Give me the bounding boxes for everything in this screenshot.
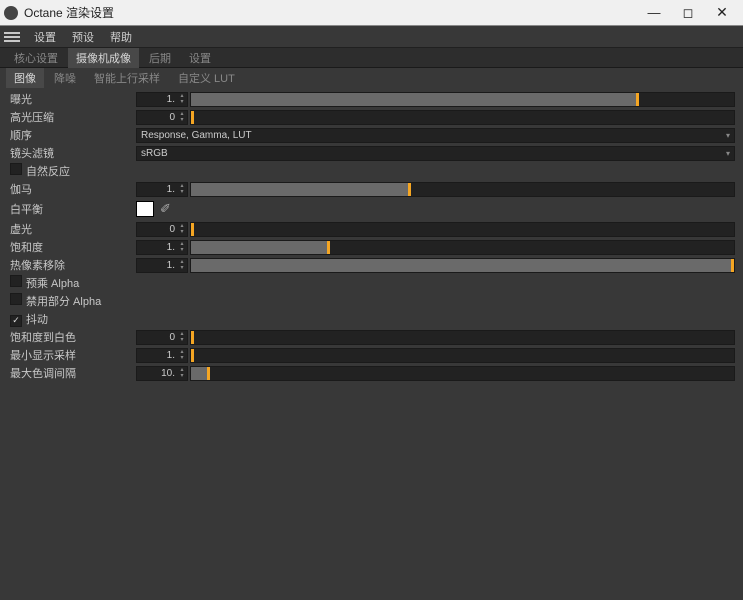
minimize-button[interactable]: —: [637, 1, 671, 25]
vignette-spin[interactable]: 0▴▾: [136, 222, 188, 237]
label-order: 顺序: [8, 127, 136, 143]
subtab-denoise[interactable]: 降噪: [46, 68, 84, 88]
minsamples-slider[interactable]: [190, 348, 735, 363]
maximize-button[interactable]: ◻: [671, 1, 705, 25]
label-partalpha: 禁用部分 Alpha: [8, 293, 136, 309]
eyedropper-icon[interactable]: ✐: [160, 201, 171, 217]
menu-settings[interactable]: 设置: [26, 29, 64, 45]
saturation-slider[interactable]: [190, 240, 735, 255]
maxtone-spin[interactable]: 10.▴▾: [136, 366, 188, 381]
tab-camera[interactable]: 摄像机成像: [68, 48, 139, 68]
sat2white-slider[interactable]: [190, 330, 735, 345]
highlight-spin[interactable]: 0▴▾: [136, 110, 188, 125]
settings-panel: 曝光 1.▴▾ 高光压缩 0▴▾ 顺序 Response, Gamma, LUT…: [0, 88, 743, 390]
label-exposure: 曝光: [8, 91, 136, 107]
menubar: 设置 预设 帮助: [0, 26, 743, 48]
chevron-down-icon: ▾: [726, 131, 730, 140]
sub-tabbar: 图像 降噪 智能上行采样 自定义 LUT: [0, 68, 743, 88]
close-button[interactable]: ✕: [705, 1, 739, 25]
tab-config[interactable]: 设置: [181, 48, 219, 68]
exposure-slider[interactable]: [190, 92, 735, 107]
window-title: Octane 渲染设置: [24, 4, 637, 21]
label-dither: ✓抖动: [8, 311, 136, 327]
lensfilter-select[interactable]: sRGB▾: [136, 146, 735, 161]
label-hotpixel: 热像素移除: [8, 257, 136, 273]
app-icon: [4, 6, 18, 20]
tab-post[interactable]: 后期: [141, 48, 179, 68]
subtab-image[interactable]: 图像: [6, 68, 44, 88]
natural-checkbox[interactable]: [10, 163, 22, 175]
label-minsamples: 最小显示采样: [8, 347, 136, 363]
label-maxtone: 最大色调间隔: [8, 365, 136, 381]
vignette-slider[interactable]: [190, 222, 735, 237]
label-prealpha: 预乘 Alpha: [8, 275, 136, 291]
menu-help[interactable]: 帮助: [102, 29, 140, 45]
hamburger-icon[interactable]: [4, 32, 20, 42]
label-gamma: 伽马: [8, 181, 136, 197]
dither-checkbox[interactable]: ✓: [10, 315, 22, 327]
exposure-spin[interactable]: 1.▴▾: [136, 92, 188, 107]
titlebar: Octane 渲染设置 — ◻ ✕: [0, 0, 743, 26]
hotpixel-slider[interactable]: [190, 258, 735, 273]
hotpixel-spin[interactable]: 1.▴▾: [136, 258, 188, 273]
label-vignette: 虚光: [8, 221, 136, 237]
subtab-upsample[interactable]: 智能上行采样: [86, 68, 168, 88]
prealpha-checkbox[interactable]: [10, 275, 22, 287]
maxtone-slider[interactable]: [190, 366, 735, 381]
tab-core[interactable]: 核心设置: [6, 48, 66, 68]
chevron-down-icon: ▾: [177, 99, 187, 105]
highlight-slider[interactable]: [190, 110, 735, 125]
wb-color-swatch[interactable]: [136, 201, 154, 217]
main-tabbar: 核心设置 摄像机成像 后期 设置: [0, 48, 743, 68]
chevron-down-icon: ▾: [726, 149, 730, 158]
saturation-spin[interactable]: 1.▴▾: [136, 240, 188, 255]
partalpha-checkbox[interactable]: [10, 293, 22, 305]
label-highlight: 高光压缩: [8, 109, 136, 125]
label-saturation: 饱和度: [8, 239, 136, 255]
order-select[interactable]: Response, Gamma, LUT▾: [136, 128, 735, 143]
gamma-slider[interactable]: [190, 182, 735, 197]
minsamples-spin[interactable]: 1.▴▾: [136, 348, 188, 363]
subtab-lut[interactable]: 自定义 LUT: [170, 68, 243, 88]
label-wb: 白平衡: [8, 201, 136, 217]
label-natural: 自然反应: [8, 163, 136, 179]
sat2white-spin[interactable]: 0▴▾: [136, 330, 188, 345]
menu-preset[interactable]: 预设: [64, 29, 102, 45]
label-sat2white: 饱和度到白色: [8, 329, 136, 345]
gamma-spin[interactable]: 1.▴▾: [136, 182, 188, 197]
label-lensfilter: 镜头滤镜: [8, 145, 136, 161]
